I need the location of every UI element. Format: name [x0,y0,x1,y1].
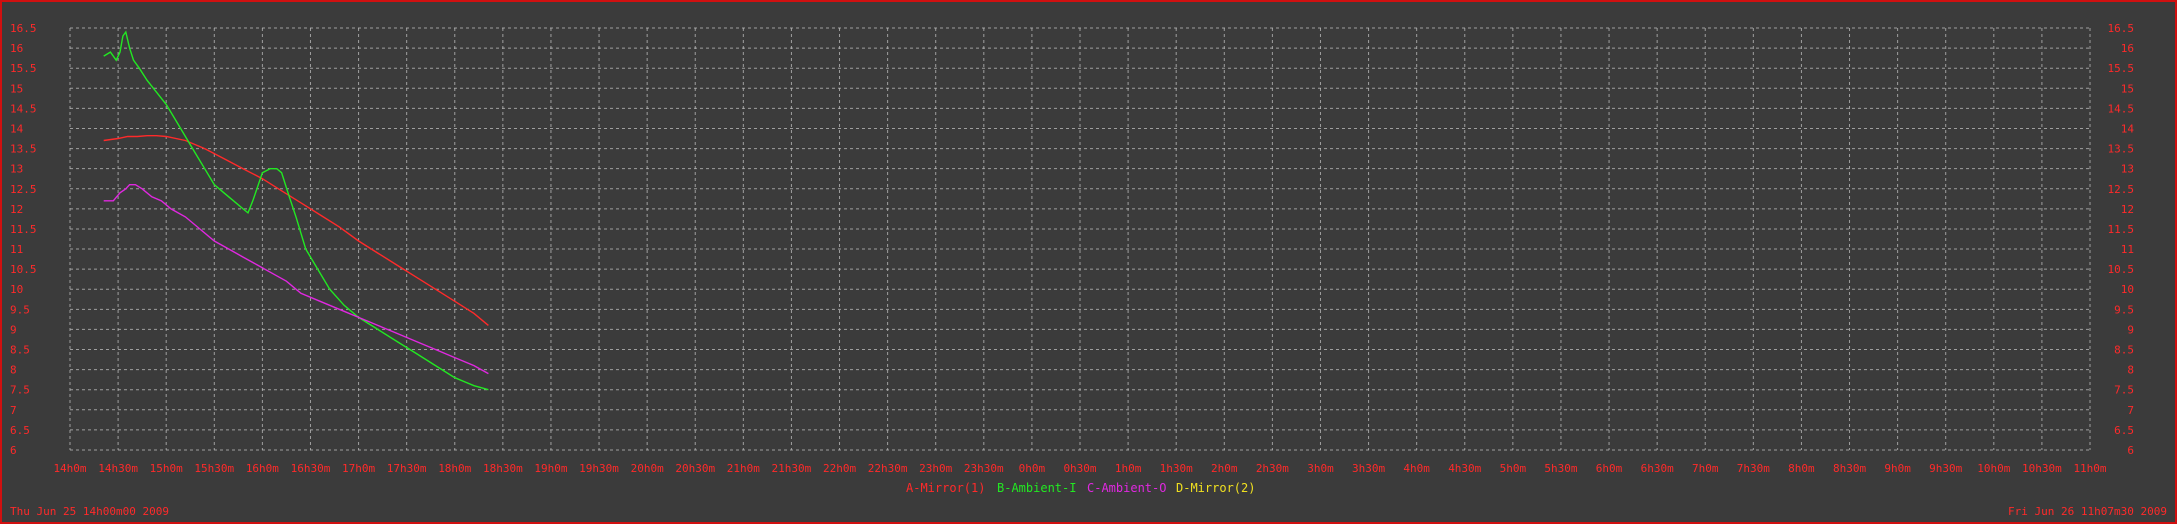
x-tick-label: 21h0m [727,462,760,475]
y-tick-label-left: 9 [10,323,17,336]
y-tick-label-left: 12 [10,203,23,216]
y-tick-label-right: 7.5 [2114,384,2134,397]
x-tick-label: 18h30m [483,462,523,475]
y-tick-label-left: 11 [10,243,23,256]
legend-item-d-mirror-2-: D-Mirror(2) [1176,481,1255,495]
x-tick-label: 14h0m [53,462,86,475]
y-tick-label-left: 10.5 [10,263,37,276]
x-tick-label: 0h0m [1019,462,1046,475]
x-tick-label: 7h30m [1737,462,1770,475]
x-tick-label: 23h0m [919,462,952,475]
x-tick-label: 16h0m [246,462,279,475]
x-tick-label: 19h0m [534,462,567,475]
x-tick-label: 1h0m [1115,462,1142,475]
y-tick-label-right: 12.5 [2108,183,2135,196]
y-tick-label-right: 15 [2121,82,2134,95]
y-tick-label-left: 14.5 [10,102,37,115]
y-tick-label-left: 8.5 [10,344,30,357]
x-tick-label: 5h30m [1544,462,1577,475]
y-tick-label-left: 12.5 [10,183,37,196]
y-tick-label-left: 14 [10,122,24,135]
y-tick-label-left: 7.5 [10,384,30,397]
x-tick-label: 21h30m [772,462,812,475]
y-tick-label-right: 16 [2121,42,2134,55]
x-tick-label: 8h0m [1788,462,1815,475]
y-tick-label-left: 6.5 [10,424,30,437]
y-tick-label-right: 7 [2127,404,2134,417]
x-tick-label: 18h0m [438,462,471,475]
y-tick-label-right: 15.5 [2108,62,2135,75]
y-tick-label-left: 15 [10,82,23,95]
start-timestamp: Thu Jun 25 14h00m00 2009 [10,505,169,518]
x-tick-label: 16h30m [291,462,331,475]
x-tick-label: 6h30m [1641,462,1674,475]
y-tick-label-left: 8 [10,364,17,377]
series-line-a-mirror-1- [103,134,489,326]
x-tick-label: 14h30m [98,462,138,475]
y-tick-label-left: 9.5 [10,303,30,316]
line-chart: 6 6 6.5 6.5 7 7 7.5 7.5 8 8 8.5 8.5 9 9 9.5 9.5 10 10 10.5… [10,22,2135,495]
x-tick-label: 17h30m [387,462,427,475]
y-tick-label-right: 14 [2121,122,2135,135]
y-tick-label-left: 13.5 [10,143,37,156]
y-tick-label-right: 10.5 [2108,263,2135,276]
y-tick-label-left: 6 [10,444,17,457]
series-line-c-ambient-o [103,183,489,375]
legend-item-a-mirror-1-: A-Mirror(1) [906,481,985,495]
x-tick-label: 15h0m [150,462,183,475]
x-tick-label: 22h30m [868,462,908,475]
x-tick-label: 2h0m [1211,462,1238,475]
legend-item-b-ambient-i: B-Ambient-I [997,481,1076,495]
y-tick-label-left: 16.5 [10,22,37,35]
y-tick-label-right: 13.5 [2108,143,2135,156]
y-tick-label-right: 6 [2127,444,2134,457]
x-tick-label: 7h0m [1692,462,1719,475]
x-tick-label: 8h30m [1833,462,1866,475]
y-tick-label-right: 9.5 [2114,303,2134,316]
y-tick-label-right: 14.5 [2108,102,2135,115]
y-tick-label-left: 13 [10,163,23,176]
x-tick-label: 4h30m [1448,462,1481,475]
x-tick-label: 22h0m [823,462,856,475]
x-tick-label: 15h30m [194,462,234,475]
y-tick-label-left: 16 [10,42,23,55]
x-tick-label: 0h30m [1063,462,1096,475]
y-tick-label-right: 9 [2127,323,2134,336]
x-tick-label: 2h30m [1256,462,1289,475]
x-tick-label: 11h0m [2073,462,2106,475]
x-tick-label: 20h30m [675,462,715,475]
end-timestamp: Fri Jun 26 11h07m30 2009 [2008,505,2167,518]
x-tick-label: 4h0m [1403,462,1430,475]
y-tick-label-right: 11.5 [2108,223,2135,236]
x-tick-label: 20h0m [631,462,664,475]
x-tick-label: 3h0m [1307,462,1334,475]
x-tick-label: 19h30m [579,462,619,475]
series-line-b-ambient-i [103,30,489,391]
y-tick-label-left: 15.5 [10,62,37,75]
y-tick-label-right: 8.5 [2114,344,2134,357]
y-tick-label-right: 11 [2121,243,2134,256]
y-tick-label-right: 12 [2121,203,2134,216]
x-tick-label: 17h0m [342,462,375,475]
x-tick-label: 10h0m [1977,462,2010,475]
x-tick-label: 9h0m [1884,462,1911,475]
y-tick-label-left: 7 [10,404,17,417]
x-tick-label: 3h30m [1352,462,1385,475]
y-tick-label-right: 8 [2127,364,2134,377]
x-tick-label: 23h30m [964,462,1004,475]
y-tick-label-right: 6.5 [2114,424,2134,437]
y-tick-label-right: 10 [2121,283,2134,296]
y-tick-label-right: 16.5 [2108,22,2135,35]
x-tick-label: 6h0m [1596,462,1623,475]
x-tick-label: 10h30m [2022,462,2062,475]
x-tick-label: 1h30m [1160,462,1193,475]
y-tick-label-left: 10 [10,283,23,296]
y-tick-label-left: 11.5 [10,223,37,236]
y-tick-label-right: 13 [2121,163,2134,176]
x-tick-label: 9h30m [1929,462,1962,475]
legend-item-c-ambient-o: C-Ambient-O [1087,481,1166,495]
x-tick-label: 5h0m [1500,462,1527,475]
